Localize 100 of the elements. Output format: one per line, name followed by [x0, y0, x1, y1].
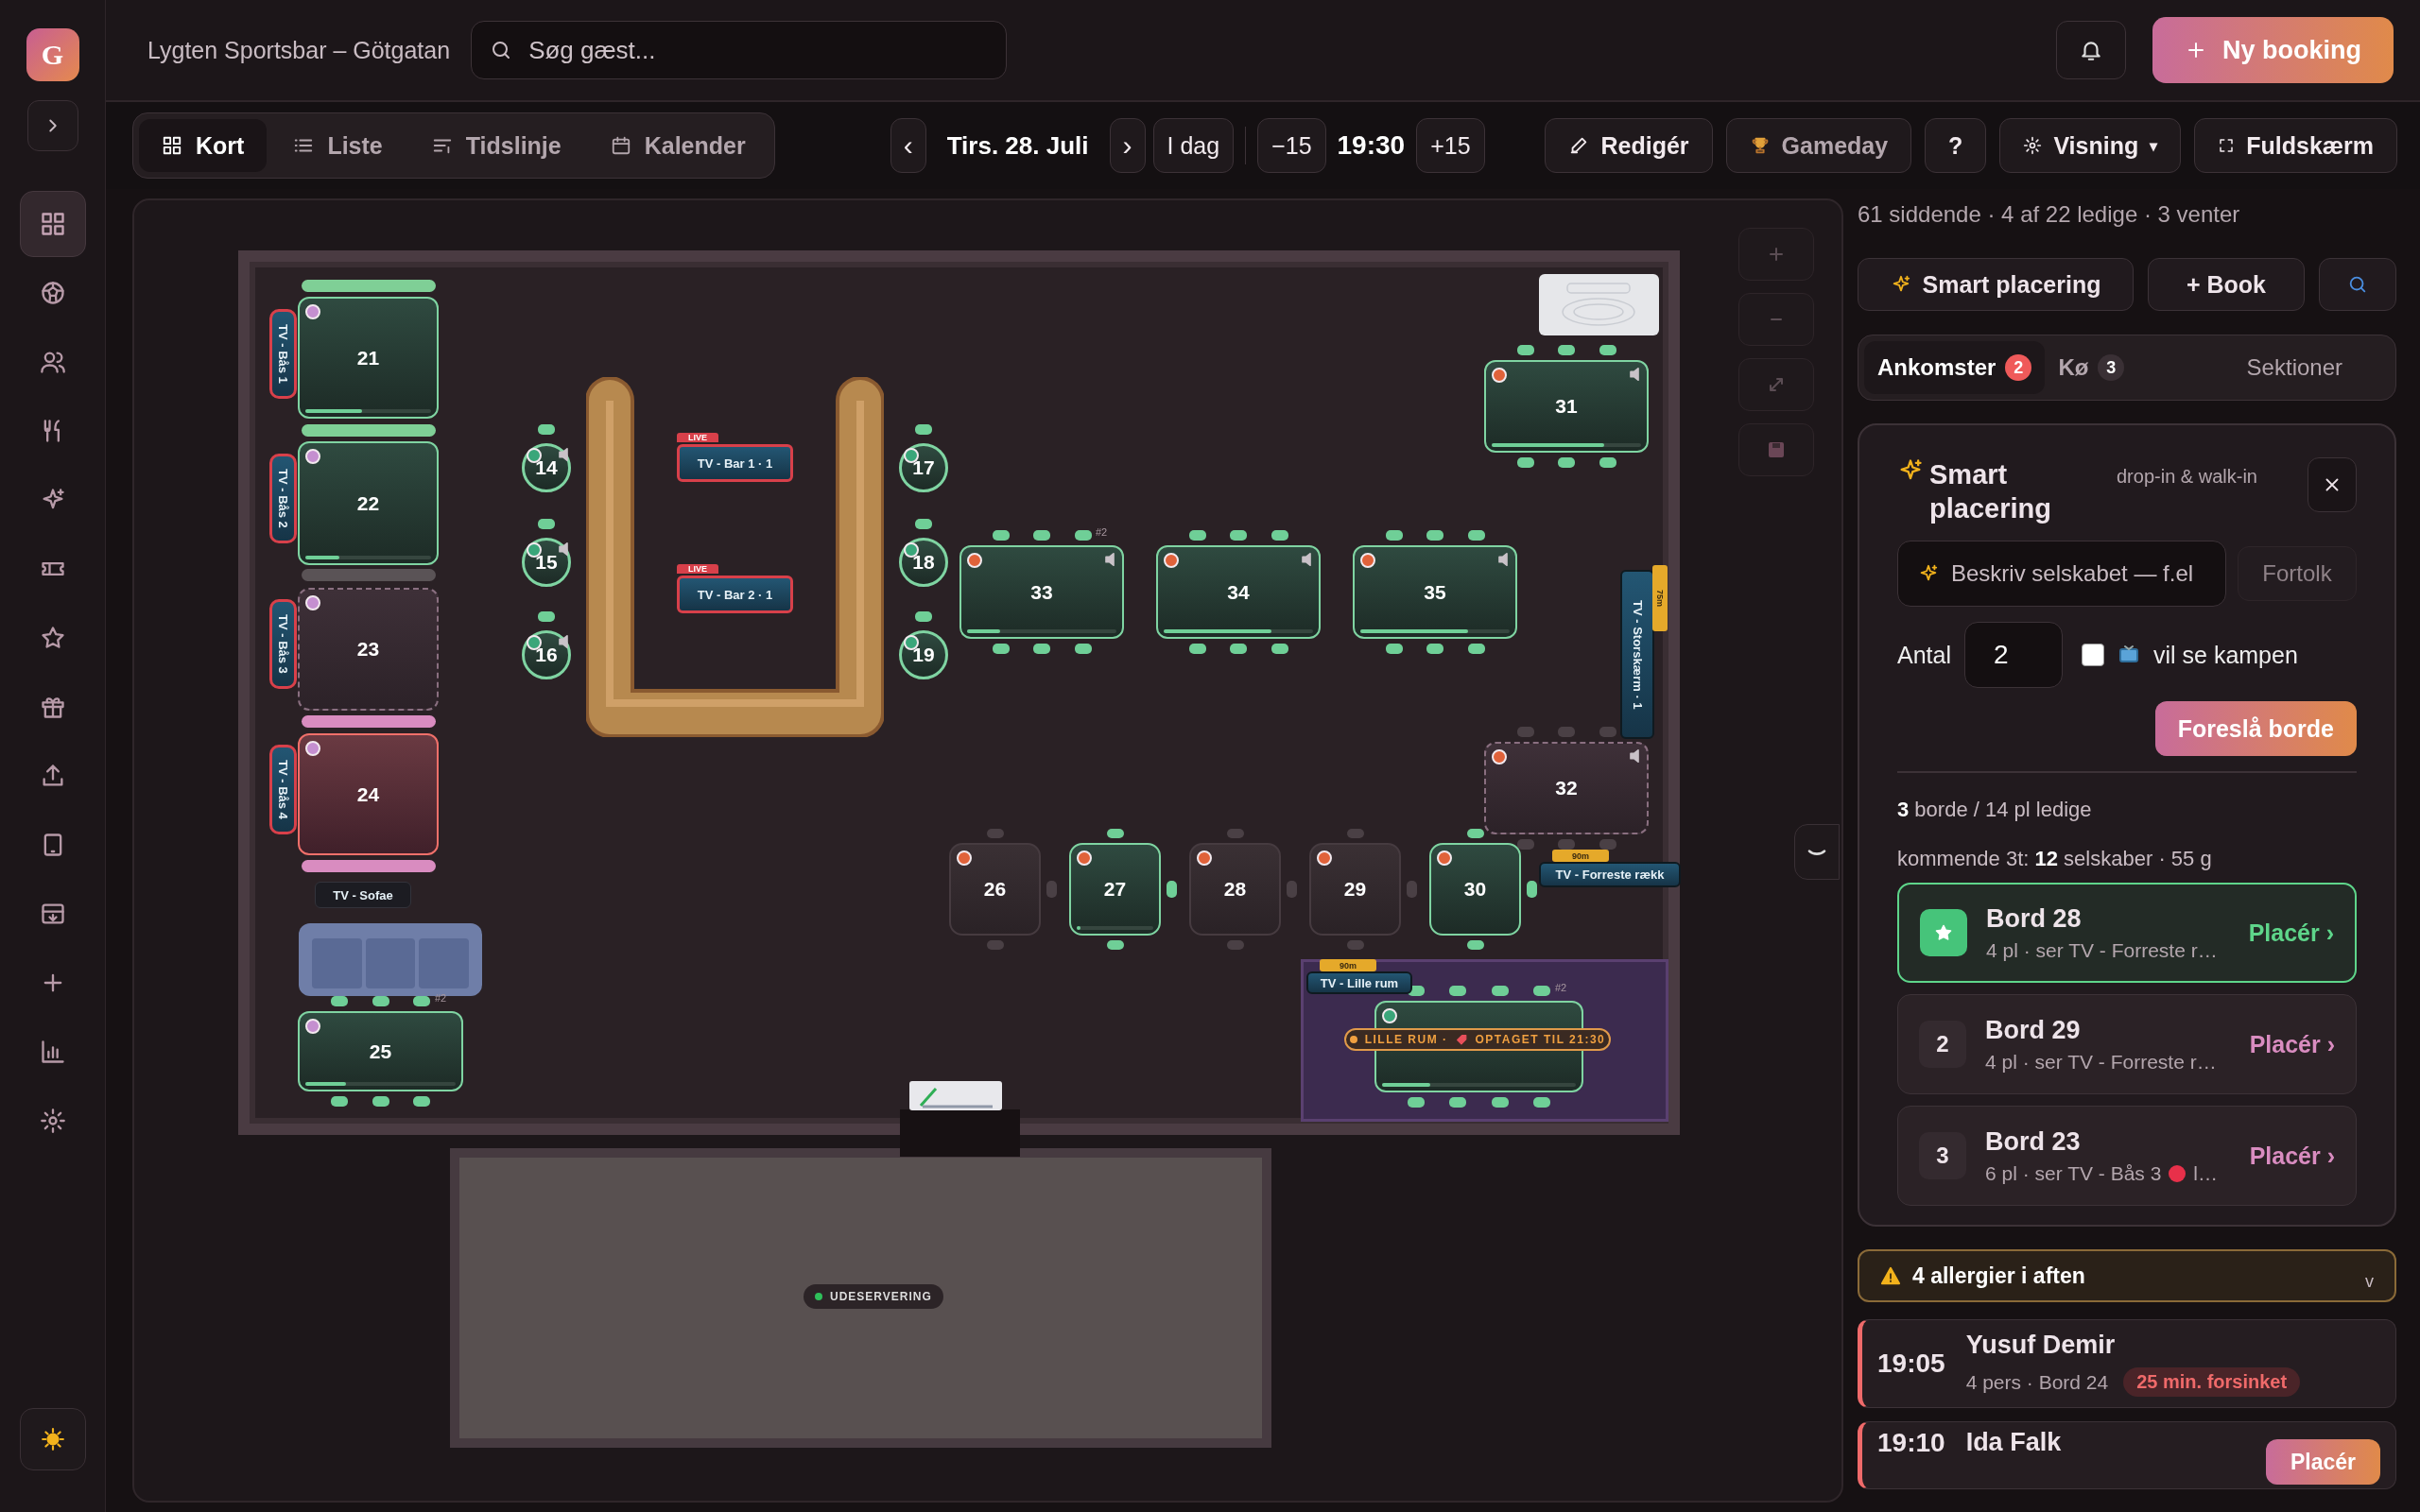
suggestion-card[interactable]: 2 Bord 29 4 pl · ser TV - Forreste r… Placér ›	[1897, 994, 2357, 1094]
chair	[1558, 345, 1575, 355]
table[interactable]: 21	[298, 297, 439, 419]
chair	[1033, 644, 1050, 654]
venue-name: Lygten Sportsbar – Götgatan	[147, 36, 451, 64]
room-status: OPTAGET TIL 21:30	[1475, 1033, 1606, 1046]
place-button[interactable]: Placér ›	[2249, 1030, 2335, 1058]
chair	[1599, 457, 1616, 468]
tv-screen[interactable]: TV - Bås 1	[269, 309, 297, 399]
theme-button[interactable]	[19, 1408, 86, 1470]
chair	[1599, 727, 1616, 737]
tv-screen[interactable]: TV - Bås 4	[269, 745, 297, 834]
table[interactable]: 24	[298, 733, 439, 855]
suggestion-card[interactable]: Bord 28 4 pl · ser TV - Forreste r… Placér ›	[1897, 883, 2357, 983]
rank-badge: 3	[1919, 1132, 1966, 1179]
table[interactable]: 31	[1484, 360, 1649, 453]
smart-placement-button[interactable]: Smart placering	[1858, 258, 2134, 311]
table-number: 25	[369, 1040, 392, 1063]
view-tab[interactable]: Kort	[139, 119, 268, 172]
table[interactable]: 29	[1309, 843, 1401, 936]
tv-label: TV - Bås 2	[276, 469, 290, 528]
card-title: Smart placering	[1929, 458, 2052, 525]
search-field[interactable]: Søg gæst...	[471, 21, 1008, 79]
table[interactable]: 34	[1156, 545, 1321, 639]
tv-screen[interactable]: TV - Storskærm · 1	[1620, 570, 1654, 739]
chair	[413, 1096, 431, 1107]
chair	[1033, 530, 1050, 541]
tv-label: TV - Bar 2 · 1	[697, 587, 773, 602]
suggestion-title: Bord 28	[1986, 903, 2083, 934]
tv-screen[interactable]: TV - Sofae	[315, 882, 411, 908]
tv-screen[interactable]: TV - Bar 1 · 1	[677, 444, 793, 482]
tv-label: TV - Sofae	[333, 887, 393, 902]
arrival-card[interactable]: 19:10 Ida Falk Placér	[1858, 1421, 2396, 1489]
table[interactable]: 35	[1353, 545, 1517, 639]
view-tab[interactable]: Liste	[270, 119, 406, 172]
table[interactable]: 32	[1484, 742, 1649, 834]
book-button[interactable]: + Book	[2148, 258, 2305, 311]
description-field[interactable]: Beskriv selskabet — f.el	[1897, 541, 2226, 607]
table-number: 26	[983, 878, 1007, 901]
nav-button[interactable]	[19, 191, 86, 257]
view-options-button[interactable]: Visning ▾	[1999, 118, 2182, 173]
status-dot	[1349, 1036, 1357, 1043]
upcoming-summary: kommende 3t: 12 selskaber · 55 g	[1897, 847, 2213, 871]
occupancy-summary: 61 siddende · 4 af 22 ledige · 3 venter	[1858, 201, 2241, 228]
suggestion-title: Bord 29	[1985, 1015, 2082, 1045]
chair	[1516, 345, 1534, 355]
chair	[1226, 829, 1244, 838]
tv-screen[interactable]: TV - Bås 3	[269, 599, 297, 689]
chair	[1466, 940, 1484, 950]
checkbox[interactable]	[2082, 644, 2104, 666]
table[interactable]: 26	[949, 843, 1041, 936]
table[interactable]: 28	[1189, 843, 1281, 936]
place-button[interactable]: Placér ›	[2249, 1142, 2335, 1170]
table-number: 22	[356, 491, 380, 515]
view-tab[interactable]: Kalender	[587, 119, 769, 172]
chair	[1074, 530, 1092, 541]
fullscreen-button[interactable]: Fuldskærm	[2194, 118, 2397, 173]
interpret-button[interactable]: Fortolk	[2238, 546, 2357, 601]
suggestion-card[interactable]: 3 Bord 23 6 pl · ser TV - Bås 3 l… Placér ›	[1897, 1106, 2357, 1206]
place-button[interactable]: Placér ›	[2248, 919, 2334, 947]
time-label: 19:30	[1337, 130, 1406, 161]
live-badge: LIVE	[677, 564, 718, 574]
tv-screen[interactable]: TV - Lille rum	[1306, 971, 1412, 994]
panel-tab[interactable]: Sektioner	[2199, 341, 2390, 394]
tv-screen[interactable]: TV - Forreste rækk	[1539, 862, 1681, 887]
suggestion-detail: 6 pl · ser TV - Bås 3	[1985, 1161, 2162, 1185]
table[interactable]: 22	[298, 441, 439, 565]
room-name: LILLE RUM ·	[1364, 1033, 1448, 1046]
plus-15-button[interactable]: +15	[1416, 118, 1485, 173]
arrival-time: 19:05	[1877, 1349, 1945, 1379]
duration-tag: 75m	[1652, 565, 1668, 631]
close-button[interactable]	[2308, 457, 2357, 512]
allergy-alert[interactable]: 4 allergier i aften v	[1858, 1249, 2396, 1302]
table-number: 24	[356, 782, 380, 806]
panel-tab[interactable]: Ankomster 2	[1864, 341, 2046, 394]
today-button[interactable]: I dag	[1152, 118, 1235, 173]
next-day-button[interactable]: ›	[1109, 118, 1146, 173]
tv-label: TV - Lille rum	[1320, 975, 1399, 990]
chair	[1426, 644, 1443, 654]
gameday-button[interactable]: Gameday	[1725, 118, 1912, 173]
table-number: 23	[356, 638, 380, 661]
table[interactable]: 23	[298, 588, 439, 711]
chair	[986, 940, 1004, 950]
minus-15-button[interactable]: −15	[1257, 118, 1326, 173]
notifications-button[interactable]	[2056, 21, 2126, 79]
table[interactable]: 30	[1429, 843, 1521, 936]
table[interactable]: 27	[1069, 843, 1161, 936]
tv-screen[interactable]: TV - Bar 2 · 1	[677, 576, 793, 613]
chevron-down-icon	[1806, 848, 1827, 856]
chair	[1532, 1097, 1550, 1108]
tv-screen[interactable]: TV - Bås 2	[269, 454, 297, 543]
previous-day-button[interactable]: ‹	[890, 118, 926, 173]
edit-button[interactable]: Redigér	[1545, 118, 1713, 173]
panel-tab[interactable]: Kø 3	[2045, 341, 2138, 394]
view-tab[interactable]: Tidslinje	[408, 119, 584, 172]
help-button[interactable]: ?	[1925, 118, 1987, 173]
party-size-field[interactable]: 2	[1964, 622, 2063, 688]
chair	[1188, 530, 1206, 541]
table[interactable]: 33	[959, 545, 1124, 639]
table[interactable]: 25	[298, 1011, 463, 1091]
